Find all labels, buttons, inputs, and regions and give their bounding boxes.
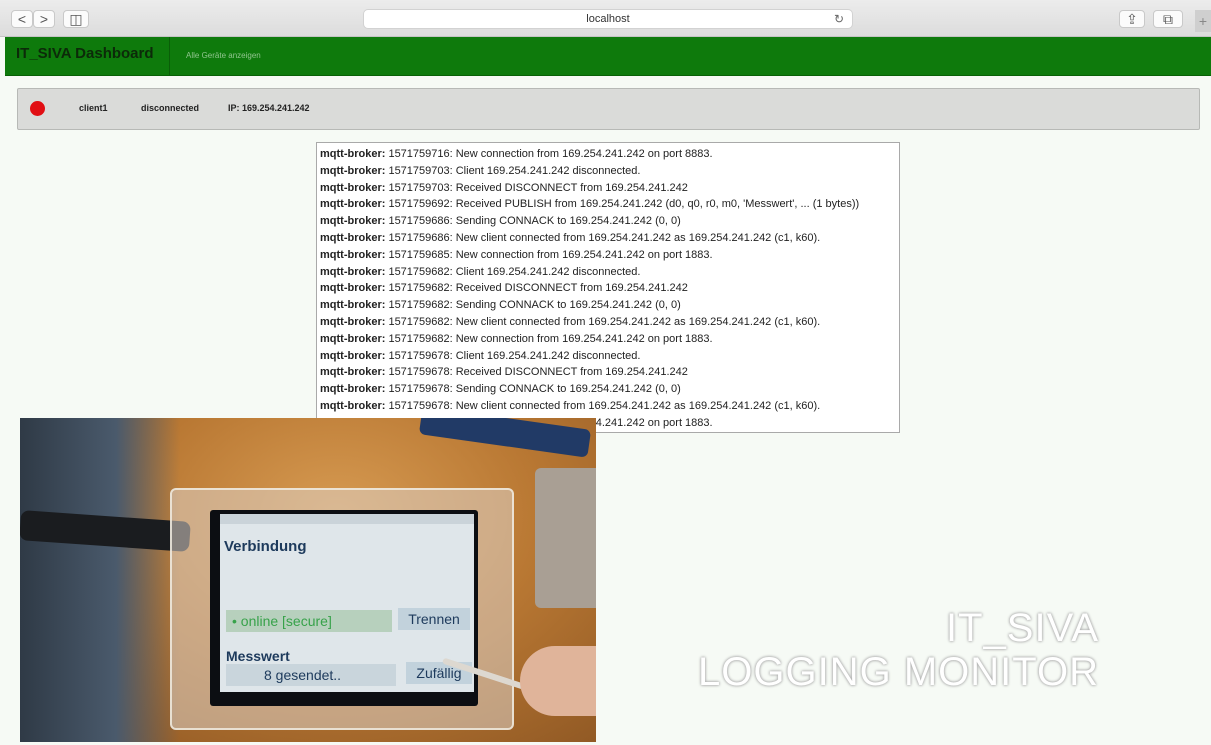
device-row[interactable]: client1 disconnected IP: 169.254.241.242: [17, 88, 1200, 130]
log-source: mqtt-broker:: [320, 366, 386, 379]
log-message: 1571759682: Client 169.254.241.242 disco…: [385, 265, 641, 278]
log-source: mqtt-broker:: [320, 215, 386, 228]
hand: [520, 646, 596, 716]
raspberry-pi-board: [535, 468, 596, 608]
forward-button[interactable]: >: [33, 10, 55, 28]
device-name: client1: [79, 103, 108, 113]
log-message: 1571759682: New client connected from 16…: [385, 315, 821, 328]
log-message: 1571759686: Sending CONNACK to 169.254.2…: [385, 215, 681, 228]
log-line: mqtt-broker: 1571759678: Received DISCON…: [320, 364, 899, 381]
log-line: mqtt-broker: 1571759686: Sending CONNACK…: [320, 213, 899, 230]
disconnect-button: Trennen: [398, 608, 470, 630]
tabs-overview-icon[interactable]: ⧉: [1153, 10, 1183, 28]
log-line: mqtt-broker: 1571759686: New client conn…: [320, 230, 899, 247]
log-line: mqtt-broker: 1571759678: Client 169.254.…: [320, 348, 899, 365]
log-line: mqtt-broker: 1571759692: Received PUBLIS…: [320, 196, 899, 213]
value-status: 8 gesendet..: [226, 664, 396, 686]
log-message: 1571759682: Received DISCONNECT from 169…: [385, 282, 688, 295]
status-indicator-icon: [30, 101, 45, 116]
log-line: mqtt-broker: 1571759682: Sending CONNACK…: [320, 297, 899, 314]
log-line: mqtt-broker: 1571759682: New client conn…: [320, 314, 899, 331]
address-bar[interactable]: localhost ↻: [363, 9, 853, 29]
value-title: Messwert: [226, 648, 290, 664]
address-text: localhost: [586, 13, 630, 25]
log-message: 1571759703: Client 169.254.241.242 disco…: [385, 164, 641, 177]
app-header: IT_SIVA Dashboard Alle Geräte anzeigen: [5, 37, 1211, 76]
browser-toolbar: < > ◫ localhost ↻ ⇪ ⧉ +: [0, 0, 1211, 37]
log-message: 1571759685: New connection from 169.254.…: [385, 248, 713, 261]
log-line: mqtt-broker: 1571759685: New connection …: [320, 247, 899, 264]
log-message: 1571759678: New client connected from 16…: [385, 399, 821, 412]
log-source: mqtt-broker:: [320, 248, 386, 261]
log-source: mqtt-broker:: [320, 265, 386, 278]
touch-display: Verbindung • online [secure] Trennen Mes…: [220, 514, 474, 692]
log-line: mqtt-broker: 1571759682: Client 169.254.…: [320, 264, 899, 281]
log-message: 1571759678: Sending CONNACK to 169.254.2…: [385, 383, 681, 396]
watermark-title: IT_SIVA: [946, 606, 1099, 650]
log-message: 1571759682: Sending CONNACK to 169.254.2…: [385, 299, 681, 312]
share-icon[interactable]: ⇪: [1119, 10, 1145, 28]
connection-status: • online [secure]: [226, 610, 392, 632]
log-message: 1571759716: New connection from 169.254.…: [385, 148, 713, 160]
log-line: mqtt-broker: 1571759678: New client conn…: [320, 398, 899, 415]
log-line: mqtt-broker: 1571759703: Client 169.254.…: [320, 163, 899, 180]
device-status: disconnected: [141, 103, 200, 113]
device-photo: Verbindung • online [secure] Trennen Mes…: [20, 418, 596, 742]
log-line: mqtt-broker: 1571759716: New connection …: [320, 146, 899, 163]
log-message: 1571759692: Received PUBLISH from 169.25…: [385, 198, 860, 211]
log-line: mqtt-broker: 1571759682: Received DISCON…: [320, 280, 899, 297]
log-source: mqtt-broker:: [320, 198, 386, 211]
log-source: mqtt-broker:: [320, 315, 386, 328]
log-source: mqtt-broker:: [320, 282, 386, 295]
sidebar-toggle-icon[interactable]: ◫: [63, 10, 89, 28]
reload-icon[interactable]: ↻: [834, 10, 844, 29]
all-devices-link[interactable]: Alle Geräte anzeigen: [186, 37, 261, 75]
log-message: 1571759678: Client 169.254.241.242 disco…: [385, 349, 641, 362]
log-source: mqtt-broker:: [320, 181, 386, 194]
display-taskbar: [220, 514, 474, 524]
watermark-subtitle: LOGGING MONITOR: [698, 650, 1099, 694]
log-source: mqtt-broker:: [320, 349, 386, 362]
log-source: mqtt-broker:: [320, 332, 386, 345]
log-source: mqtt-broker:: [320, 231, 386, 244]
log-source: mqtt-broker:: [320, 399, 386, 412]
new-tab-button[interactable]: +: [1195, 10, 1211, 32]
log-message: 1571759686: New client connected from 16…: [385, 231, 821, 244]
log-source: mqtt-broker:: [320, 164, 386, 177]
log-line: mqtt-broker: 1571759678: Sending CONNACK…: [320, 381, 899, 398]
brand-title[interactable]: IT_SIVA Dashboard: [5, 37, 170, 75]
log-source: mqtt-broker:: [320, 148, 386, 160]
log-source: mqtt-broker:: [320, 383, 386, 396]
connection-title: Verbindung: [224, 538, 307, 555]
log-line: mqtt-broker: 1571759703: Received DISCON…: [320, 180, 899, 197]
log-source: mqtt-broker:: [320, 299, 386, 312]
log-message: 1571759703: Received DISCONNECT from 169…: [385, 181, 688, 194]
back-button[interactable]: <: [11, 10, 33, 28]
log-panel[interactable]: mqtt-broker: 1571759716: New connection …: [316, 142, 900, 433]
log-message: 1571759678: Received DISCONNECT from 169…: [385, 366, 688, 379]
device-ip: IP: 169.254.241.242: [228, 103, 310, 113]
log-line: mqtt-broker: 1571759682: New connection …: [320, 331, 899, 348]
log-message: 1571759682: New connection from 169.254.…: [385, 332, 713, 345]
